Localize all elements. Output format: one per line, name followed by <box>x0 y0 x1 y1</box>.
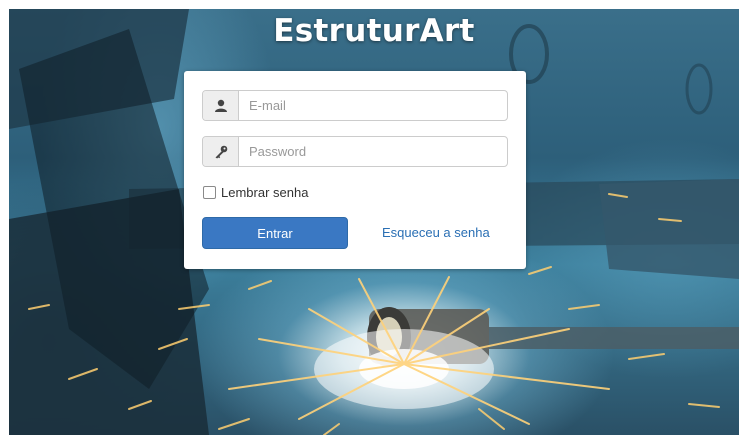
forgot-password-link[interactable]: Esqueceu a senha <box>382 225 490 240</box>
remember-label: Lembrar senha <box>221 185 309 200</box>
email-input-group <box>202 90 508 121</box>
email-input[interactable] <box>239 91 507 120</box>
page-frame: EstruturArt E-mail Lembrar senha Entrar … <box>0 0 741 436</box>
brand-title: EstruturArt <box>273 13 475 49</box>
remember-option[interactable]: Lembrar senha <box>203 185 308 200</box>
password-input-group <box>202 136 508 167</box>
login-button[interactable]: Entrar <box>202 217 348 249</box>
remember-checkbox[interactable] <box>203 186 216 199</box>
login-panel: Lembrar senha Entrar Esqueceu a senha <box>184 71 526 269</box>
user-icon <box>214 99 227 112</box>
key-icon <box>215 145 227 158</box>
email-addon <box>203 91 239 120</box>
password-addon <box>203 137 239 166</box>
hero-background: EstruturArt E-mail Lembrar senha Entrar … <box>9 9 739 435</box>
password-input[interactable] <box>239 137 507 166</box>
